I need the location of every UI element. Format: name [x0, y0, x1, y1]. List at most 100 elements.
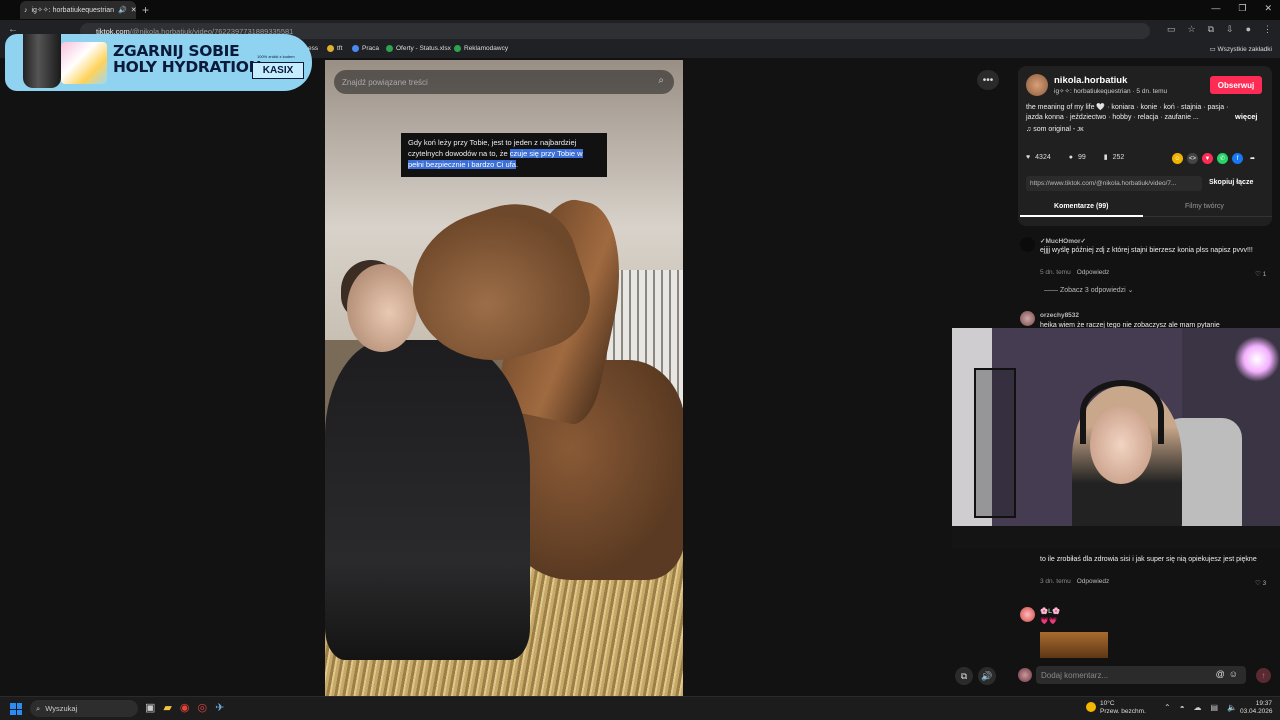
download-icon[interactable]: ⇩: [1226, 24, 1234, 35]
chevron-up-icon[interactable]: ⌃: [1164, 703, 1171, 712]
share-friends-icon[interactable]: ☺: [1172, 153, 1183, 164]
clock[interactable]: 19:37 03.04.2026: [1240, 700, 1273, 716]
bookmark-star-icon[interactable]: ☆: [1188, 24, 1196, 35]
share-link-field[interactable]: https://www.tiktok.com/@nikola.horbatiuk…: [1026, 176, 1202, 191]
comment-author[interactable]: ✓MucHOmor✓: [1040, 237, 1086, 245]
headset-icon: [1080, 380, 1164, 444]
chrome-alt-icon[interactable]: ◎: [197, 701, 207, 714]
close-window-icon[interactable]: ✕: [1264, 3, 1272, 14]
my-avatar: [1018, 668, 1032, 682]
bookmark-item[interactable]: Oferty - Status.xlsx: [386, 45, 451, 52]
speaker-icon[interactable]: 🔈: [1227, 703, 1237, 712]
comment-avatar[interactable]: [1020, 607, 1035, 622]
embed-icon[interactable]: <>: [1187, 153, 1198, 164]
comment-text: 💗💗: [1040, 618, 1058, 625]
shelf: [974, 368, 1016, 518]
save-count: 252: [1112, 153, 1125, 161]
desk: [952, 526, 1280, 548]
comment-image[interactable]: [1040, 632, 1108, 658]
reply-button[interactable]: Odpowiedz: [1077, 269, 1110, 276]
copy-link-button[interactable]: Skopiuj łącze: [1209, 179, 1253, 186]
miniplayer-button[interactable]: ⧉: [955, 667, 973, 685]
bookmark-item[interactable]: Reklamodawcy: [454, 45, 508, 52]
like-count: 4324: [1035, 153, 1051, 161]
comment-button[interactable]: ● 99: [1069, 153, 1086, 161]
file-explorer-icon[interactable]: ▰: [163, 701, 171, 714]
share-arrow-icon[interactable]: ➦: [1247, 153, 1258, 164]
task-view-icon[interactable]: ▣: [145, 701, 155, 714]
wifi-icon[interactable]: ▤: [1211, 703, 1219, 712]
all-bookmarks[interactable]: ▭ Wszystkie zakładki: [1210, 45, 1273, 53]
chevron-down-icon: ⌄: [1125, 287, 1134, 294]
cast-icon[interactable]: ▭: [1167, 24, 1176, 35]
person-body: [325, 340, 530, 660]
network-icon[interactable]: ◓: [1180, 703, 1185, 712]
ad-small-text: 100% zniżki z kodem: [257, 54, 295, 59]
follow-button[interactable]: Obserwuj: [1210, 76, 1262, 94]
comment-meta: 3 dn. temu Odpowiedz: [1040, 578, 1109, 585]
search-icon: ⌕: [36, 703, 41, 713]
comment-author[interactable]: 🌸L🌸: [1040, 607, 1060, 615]
facebook-icon[interactable]: f: [1232, 153, 1243, 164]
comment-author[interactable]: orzechy8532: [1040, 312, 1079, 319]
extensions-icon[interactable]: ⧉: [1208, 24, 1214, 35]
bookmark-item[interactable]: tft: [327, 45, 342, 52]
new-tab-button[interactable]: +: [142, 3, 149, 17]
volume-icon: 🔊: [981, 670, 993, 681]
close-tab-icon[interactable]: ✕: [131, 6, 136, 14]
save-button[interactable]: ▮ 252: [1103, 153, 1125, 162]
weather-widget[interactable]: 10°C Przew. bezchm.: [1086, 700, 1146, 716]
mention-emoji-icons[interactable]: @☺: [1216, 669, 1242, 679]
bookmark-label: tft: [337, 45, 343, 52]
weather-desc: Przew. bezchm.: [1100, 708, 1146, 715]
send-comment-button[interactable]: ↑: [1256, 668, 1271, 683]
more-description-link[interactable]: więcej: [1235, 112, 1258, 121]
volume-button[interactable]: 🔊: [978, 667, 996, 685]
tab-comments[interactable]: Komentarze (99): [1054, 203, 1108, 210]
tab-creator-videos[interactable]: Filmy twórcy: [1185, 203, 1224, 210]
maximize-icon[interactable]: ❐: [1238, 3, 1246, 14]
taskbar-search[interactable]: ⌕ Wyszukaj: [30, 700, 138, 717]
weather-temp: 10°C: [1100, 700, 1115, 707]
author-subtitle: ig✧✧: horbatiukequestrian · 5 dn. temu: [1054, 88, 1168, 95]
tiktok-favicon-icon: ♪: [24, 6, 28, 14]
comment-like[interactable]: ♡ 1: [1255, 270, 1266, 278]
comment-text: to ile zrobiłaś dla zdrowia sisi i jak s…: [1040, 556, 1257, 563]
steam-icon[interactable]: ✈: [215, 701, 224, 714]
chrome-icon[interactable]: ◉: [180, 701, 190, 714]
toolbar-icons: ▭ ☆ ⧉ ⇩ ● ⋮: [1167, 24, 1272, 35]
author-username[interactable]: nikola.horbatiuk: [1054, 75, 1127, 86]
cloud-icon[interactable]: ☁: [1194, 703, 1202, 712]
comment-avatar[interactable]: [1020, 237, 1035, 252]
sound-link[interactable]: ♫ som original - ᴊᴋ: [1026, 126, 1084, 133]
search-icon[interactable]: ⌕: [658, 75, 664, 86]
product-pack-image: [61, 42, 107, 84]
comment-time: 5 dn. temu: [1040, 269, 1071, 276]
comment-avatar[interactable]: [1020, 311, 1035, 326]
more-options-button[interactable]: •••: [977, 70, 999, 90]
minimize-icon[interactable]: —: [1211, 3, 1220, 14]
heart-outline-icon: ♡: [1255, 580, 1263, 587]
comment-input[interactable]: Dodaj komentarz... @☺: [1036, 666, 1246, 684]
related-search-input[interactable]: Znajdź powiązane treści ⌕: [334, 70, 674, 94]
bookmark-icon: ▮: [1103, 154, 1108, 161]
reply-button[interactable]: Odpowiedz: [1077, 578, 1110, 585]
comment-like[interactable]: ♡ 3: [1255, 579, 1266, 587]
comment-like-count: 1: [1262, 271, 1267, 278]
webcam-overlay: [952, 328, 1280, 548]
comment-time: 3 dn. temu: [1040, 578, 1071, 585]
all-bookmarks-label: Wszystkie zakładki: [1217, 46, 1272, 53]
profile-icon[interactable]: ●: [1246, 24, 1251, 35]
audio-icon[interactable]: 🔊: [118, 6, 127, 14]
windows-start-icon[interactable]: [10, 703, 22, 715]
view-replies-button[interactable]: —— Zobacz 3 odpowiedzi ⌄: [1044, 286, 1134, 294]
like-button[interactable]: ♥ 4324: [1026, 153, 1051, 161]
send-icon[interactable]: ▼: [1202, 153, 1213, 164]
bookmark-item[interactable]: Praca: [352, 45, 379, 52]
heart-icon: ♥: [1026, 153, 1031, 161]
sheets-icon: [386, 45, 393, 52]
whatsapp-icon[interactable]: ✆: [1217, 153, 1228, 164]
browser-tab[interactable]: ♪ ig✧✧: horbatiukequestrian 🔊 ✕: [20, 1, 136, 19]
menu-icon[interactable]: ⋮: [1263, 24, 1272, 35]
author-avatar[interactable]: [1026, 74, 1048, 96]
